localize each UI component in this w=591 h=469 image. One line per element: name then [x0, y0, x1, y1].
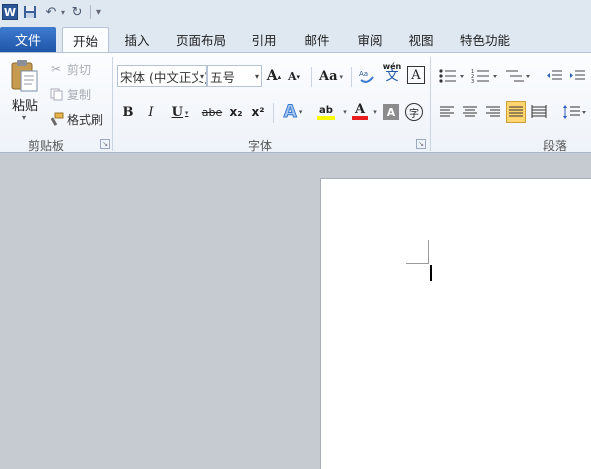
scissors-icon: ✂: [50, 62, 62, 76]
font-size-value: 五号: [210, 69, 236, 85]
font-divider: [351, 67, 352, 87]
superscript-button[interactable]: x²: [249, 101, 267, 123]
quick-access-toolbar: W ↶ ▾ ↻ ▾: [0, 0, 591, 24]
save-icon[interactable]: [21, 3, 39, 21]
paste-icon[interactable]: [10, 59, 40, 93]
grow-font-button[interactable]: A ▴: [265, 65, 283, 87]
font-launcher-icon[interactable]: ↘: [416, 139, 426, 149]
tab-references[interactable]: 引用: [244, 27, 284, 52]
numbering-button[interactable]: 123: [470, 65, 500, 87]
margin-corner-mark: [406, 263, 429, 264]
align-right-icon[interactable]: [483, 101, 503, 123]
phonetic-guide-button[interactable]: wén 文: [381, 61, 403, 83]
text-cursor: [430, 265, 432, 281]
paste-dropdown-icon[interactable]: ▾: [22, 113, 26, 122]
character-shading-button[interactable]: A: [383, 104, 399, 120]
tab-mailings[interactable]: 邮件: [296, 27, 338, 52]
svg-text:Aa: Aa: [359, 70, 368, 78]
redo-icon[interactable]: ↻: [68, 3, 86, 21]
chevron-down-icon: ▾: [197, 72, 204, 81]
subscript-button[interactable]: x₂: [227, 101, 245, 123]
format-painter-label: 格式刷: [67, 112, 104, 127]
document-page[interactable]: [320, 178, 591, 469]
font-name-combo[interactable]: 宋体 (中文正文) ▾: [117, 65, 207, 87]
chevron-down-icon: ▾: [254, 72, 259, 81]
tab-special-features[interactable]: 特色功能: [452, 27, 518, 52]
group-divider: [112, 57, 113, 151]
highlight-button[interactable]: ab: [310, 101, 342, 123]
highlight-label: ab: [319, 104, 333, 116]
bold-button[interactable]: B: [120, 101, 136, 123]
decrease-indent-icon[interactable]: [544, 65, 564, 87]
paste-button[interactable]: 粘贴: [12, 95, 38, 114]
tab-file[interactable]: 文件: [0, 27, 56, 52]
copy-icon: [48, 86, 64, 102]
ribbon-tabs: 文件 开始 插入 页面布局 引用 邮件 审阅 视图 特色功能: [0, 24, 591, 52]
shrink-font-button[interactable]: A ▾: [286, 65, 302, 87]
font-divider: [311, 67, 312, 87]
paragraph-group-label: 段落: [543, 139, 568, 153]
increase-indent-icon[interactable]: [567, 65, 587, 87]
highlight-color-swatch: [317, 115, 335, 120]
tab-review[interactable]: 审阅: [349, 27, 391, 52]
italic-button[interactable]: I: [143, 101, 159, 123]
format-painter-icon: [48, 111, 64, 127]
font-color-dropdown-icon[interactable]: ▾: [369, 101, 379, 123]
clipboard-group-label: 剪贴板: [28, 139, 65, 153]
tab-view[interactable]: 视图: [401, 27, 441, 52]
undo-icon[interactable]: ↶: [42, 3, 60, 21]
phonetic-char: 文: [385, 69, 399, 84]
enclose-characters-button[interactable]: 字: [405, 103, 423, 121]
bullets-button[interactable]: [437, 65, 467, 87]
tab-home[interactable]: 开始: [62, 27, 109, 52]
text-effect-button[interactable]: A ▾: [279, 101, 307, 123]
justify-icon[interactable]: [506, 101, 526, 123]
group-divider: [430, 57, 431, 151]
copy-button[interactable]: 复制: [48, 84, 91, 104]
cut-label: 剪切: [67, 62, 92, 77]
undo-dropdown-icon[interactable]: ▾: [61, 8, 65, 17]
change-case-button[interactable]: Aa ▾: [318, 65, 344, 87]
customize-qat-icon[interactable]: ▾: [96, 7, 101, 18]
svg-text:3: 3: [471, 79, 474, 84]
line-spacing-icon[interactable]: [561, 101, 589, 123]
multilevel-list-button[interactable]: [503, 65, 533, 87]
font-color-label: A: [354, 102, 366, 117]
clear-format-icon[interactable]: Aa: [357, 65, 377, 87]
font-group-label: 字体: [248, 139, 273, 153]
format-painter-button[interactable]: 格式刷: [48, 109, 103, 129]
underline-button[interactable]: U ▾: [166, 101, 194, 123]
clipboard-launcher-icon[interactable]: ↘: [100, 139, 110, 149]
align-left-icon[interactable]: [437, 101, 457, 123]
font-color-swatch: [352, 116, 368, 120]
qat-divider: [90, 5, 92, 19]
margin-corner-mark: [428, 240, 429, 264]
font-size-combo[interactable]: 五号 ▾: [207, 65, 262, 87]
cut-button[interactable]: ✂ 剪切: [48, 59, 91, 79]
tab-page-layout[interactable]: 页面布局: [170, 27, 232, 52]
strikethrough-button[interactable]: abe: [200, 101, 224, 123]
align-center-icon[interactable]: [460, 101, 480, 123]
copy-label: 复制: [67, 87, 92, 102]
ribbon: 粘贴 ▾ ✂ 剪切 复制 格式刷 剪贴板 ↘ 宋体 (中文正文) ▾ 五号 ▾ …: [0, 52, 591, 153]
font-name-value: 宋体 (中文正文): [120, 69, 207, 85]
character-border-button[interactable]: A: [407, 66, 425, 84]
word-logo-icon[interactable]: W: [2, 4, 18, 20]
tab-insert[interactable]: 插入: [116, 27, 158, 52]
font-divider: [273, 103, 274, 123]
distributed-align-icon[interactable]: [529, 101, 549, 123]
